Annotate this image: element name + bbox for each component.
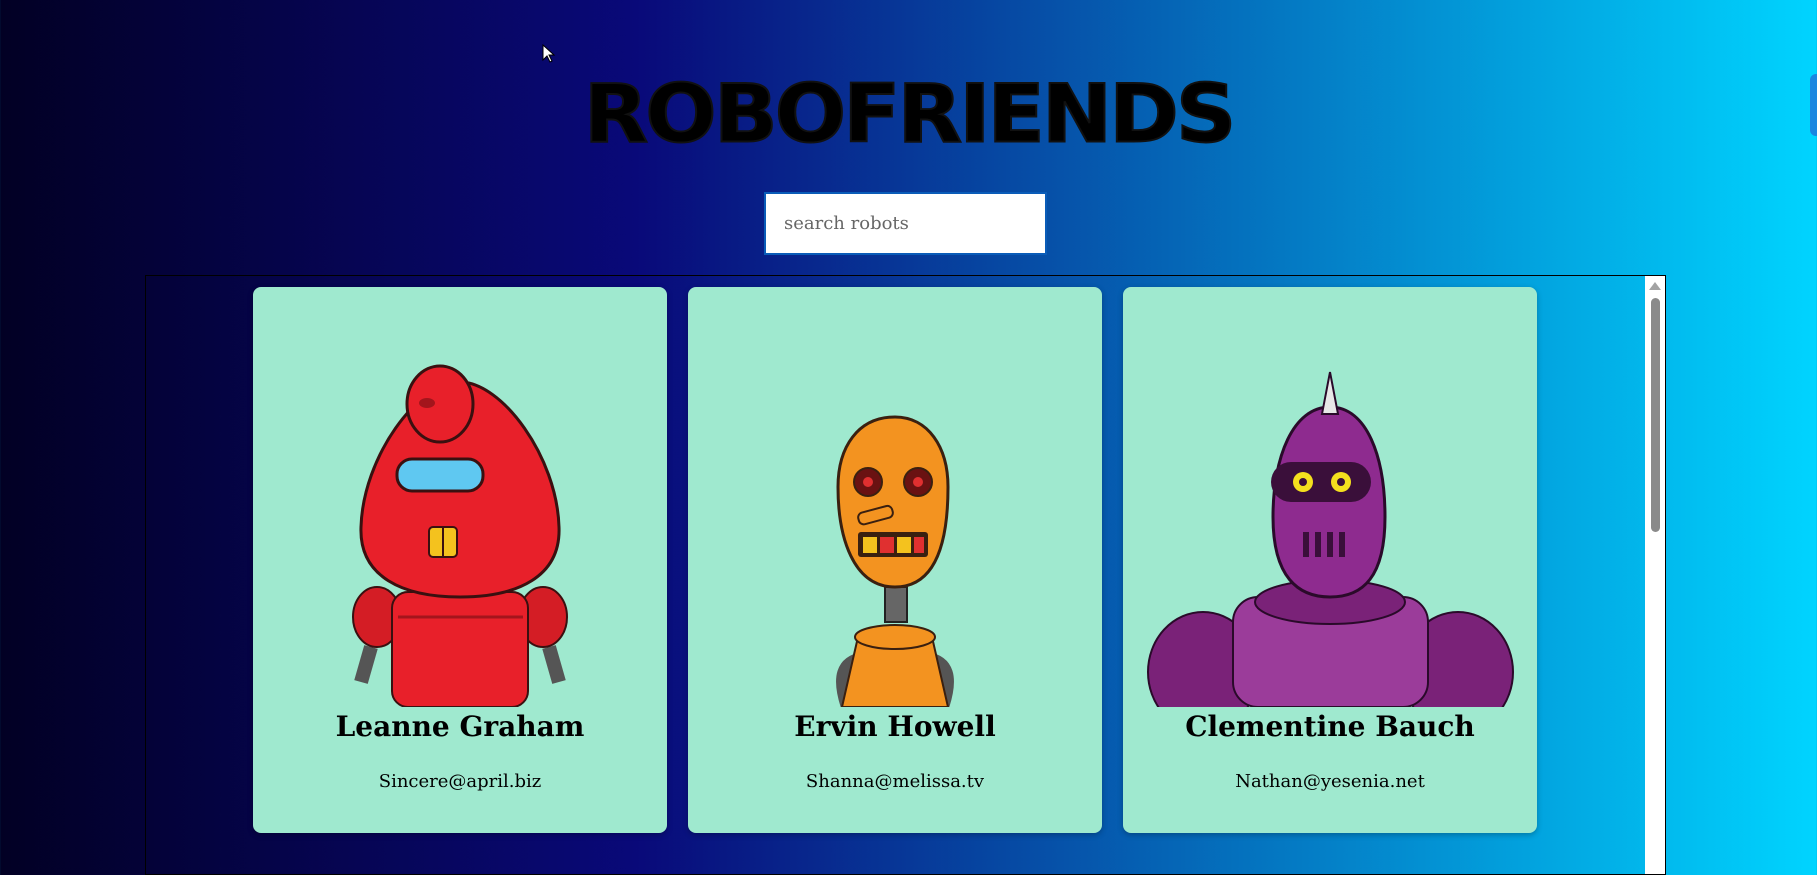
- robot-avatar-orange: [836, 415, 954, 707]
- robot-avatar-purple: [1147, 371, 1514, 707]
- mouse-cursor-icon: [542, 44, 556, 63]
- robot-email: Sincere@april.biz: [378, 771, 542, 792]
- robot-card[interactable]: Ervin Howell Shanna@melissa.tv: [688, 287, 1102, 833]
- scrollbar-thumb[interactable]: [1651, 298, 1660, 532]
- search-input[interactable]: [764, 192, 1047, 255]
- robot-avatar-red: [352, 364, 568, 707]
- app-title: ROBOFRIENDS: [583, 67, 1238, 161]
- vertical-scrollbar[interactable]: [1645, 276, 1665, 874]
- robot-card-list[interactable]: Leanne Graham Sincere@april.biz Ervin Ho…: [145, 275, 1666, 875]
- robot-name: Leanne Graham: [335, 710, 585, 743]
- robot-name: Ervin Howell: [794, 710, 996, 743]
- robot-email: Nathan@yesenia.net: [1235, 771, 1425, 792]
- robot-card[interactable]: Clementine Bauch Nathan@yesenia.net: [1123, 287, 1537, 833]
- robot-email: Shanna@melissa.tv: [805, 771, 985, 792]
- scroll-up-arrow-icon[interactable]: [1649, 282, 1661, 290]
- robot-card[interactable]: Leanne Graham Sincere@april.biz: [253, 287, 667, 833]
- robot-name: Clementine Bauch: [1185, 710, 1475, 743]
